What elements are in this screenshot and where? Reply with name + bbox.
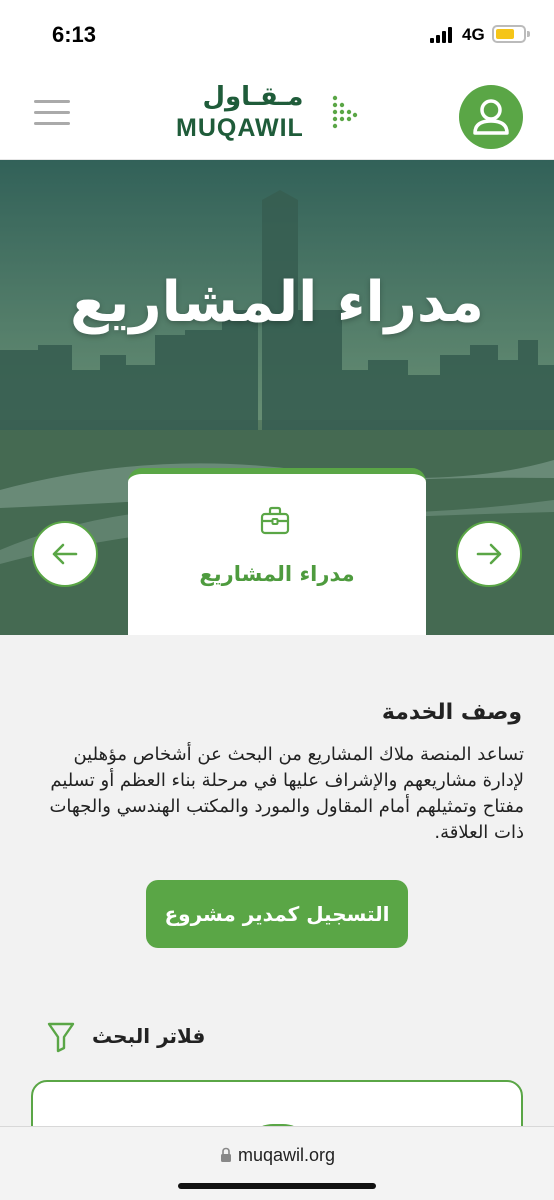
arrow-right-icon xyxy=(476,543,502,565)
lock-icon xyxy=(221,1147,231,1162)
signal-icon xyxy=(430,27,456,43)
register-button[interactable]: التسجيل كمدير مشروع xyxy=(146,880,408,948)
battery-icon xyxy=(492,25,530,43)
service-description: تساعد المنصة ملاك المشاريع من البحث عن أ… xyxy=(49,744,524,843)
status-time: 6:13 xyxy=(52,22,97,47)
profile-button[interactable] xyxy=(459,85,523,149)
logo-arabic-text: مـقـاول xyxy=(202,82,304,112)
browser-url-bar[interactable]: muqawil.org xyxy=(0,1126,554,1200)
carousel-prev-button[interactable] xyxy=(32,521,98,587)
service-card-label: مدراء المشاريع xyxy=(199,562,355,586)
logo-english-text: MUQAWIL xyxy=(176,114,304,142)
briefcase-icon xyxy=(260,506,290,535)
url-text: muqawil.org xyxy=(238,1145,336,1165)
service-card[interactable]: مدراء المشاريع xyxy=(128,468,426,635)
site-header: مـقـاول MUQAWIL xyxy=(0,68,554,160)
user-icon xyxy=(473,99,509,135)
section-title: وصف الخدمة xyxy=(381,700,522,725)
carousel-next-button[interactable] xyxy=(456,521,522,587)
filters-label: فلاتر البحث xyxy=(92,1024,206,1048)
network-type: 4G xyxy=(462,25,485,44)
arrow-left-icon xyxy=(52,543,78,565)
logo-arrow-icon xyxy=(332,95,358,129)
logo[interactable]: مـقـاول MUQAWIL xyxy=(170,82,360,146)
page-title: مدراء المشاريع xyxy=(70,270,484,335)
home-indicator xyxy=(178,1183,376,1189)
funnel-icon[interactable] xyxy=(46,1020,76,1054)
hamburger-icon[interactable] xyxy=(34,100,70,126)
status-bar: 6:13 4G xyxy=(0,0,554,68)
